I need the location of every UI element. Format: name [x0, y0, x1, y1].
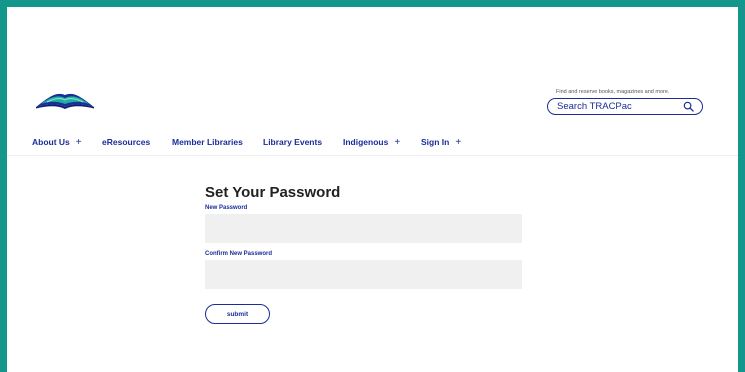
expand-plus-icon[interactable]: + — [76, 137, 82, 148]
expand-plus-icon[interactable]: + — [394, 137, 400, 148]
nav-member-libraries[interactable]: Member Libraries — [172, 137, 243, 147]
library-book-logo[interactable] — [33, 87, 97, 111]
nav-indigenous-label: Indigenous — [343, 137, 389, 147]
nav-library-events-label: Library Events — [263, 137, 323, 147]
page-frame: Find and reserve books, magazines and mo… — [7, 7, 738, 372]
new-password-label: New Password — [205, 205, 248, 211]
nav-indigenous[interactable]: Indigenous + — [343, 137, 400, 148]
search-placeholder: Search TRACPac — [557, 101, 632, 112]
search-area: Find and reserve books, magazines and mo… — [547, 89, 703, 115]
nav-about-us-label: About Us — [32, 137, 70, 147]
page-title: Set Your Password — [205, 184, 341, 201]
confirm-password-field[interactable] — [205, 260, 522, 289]
search-hint: Find and reserve books, magazines and mo… — [556, 89, 670, 95]
submit-button[interactable]: submit — [205, 304, 270, 324]
search-icon[interactable] — [683, 101, 694, 112]
nav-eresources-label: eResources — [102, 137, 151, 147]
confirm-password-label: Confirm New Password — [205, 251, 273, 257]
nav-about-us[interactable]: About Us + — [32, 137, 82, 148]
nav-member-libraries-label: Member Libraries — [172, 137, 243, 147]
new-password-field[interactable] — [205, 214, 522, 243]
expand-plus-icon[interactable]: + — [455, 137, 461, 148]
nav-sign-in-label: Sign In — [421, 137, 450, 147]
search-input[interactable]: Search TRACPac — [547, 98, 703, 115]
nav-eresources[interactable]: eResources — [102, 137, 150, 147]
main-nav: About Us + eResources Member Libraries Li… — [7, 125, 738, 156]
nav-library-events[interactable]: Library Events — [263, 137, 322, 147]
nav-sign-in[interactable]: Sign In + — [421, 137, 461, 148]
